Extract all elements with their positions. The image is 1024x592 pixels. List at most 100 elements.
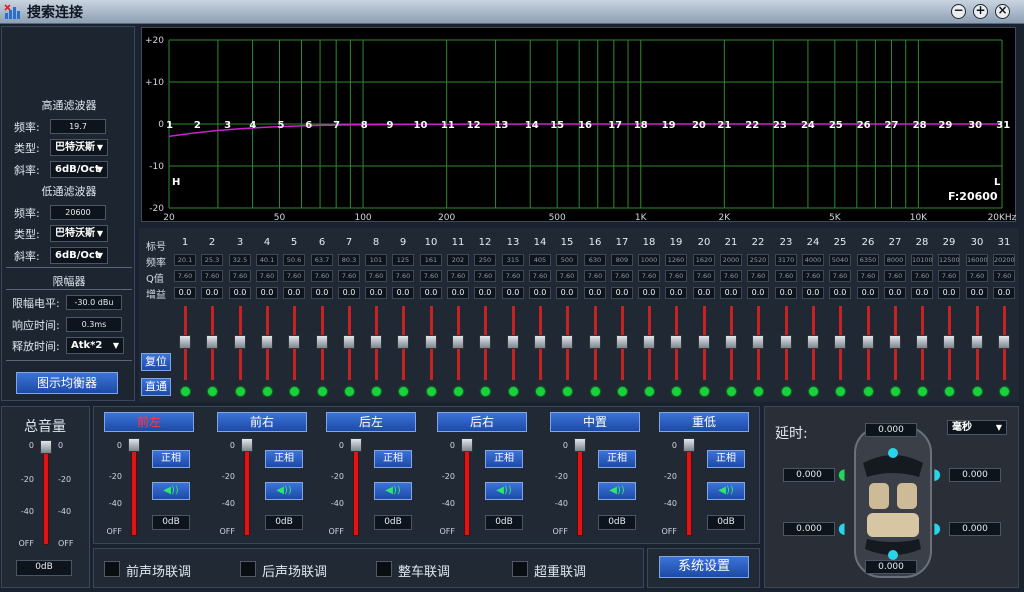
- band-gain-slider-knob[interactable]: [288, 335, 300, 349]
- channel-name-button[interactable]: 后左: [326, 412, 416, 432]
- phase-button[interactable]: 正相: [707, 450, 745, 468]
- band-gain-input[interactable]: 0.0: [720, 287, 742, 299]
- channel-volume-knob[interactable]: [683, 438, 695, 452]
- band-gain-input[interactable]: 0.0: [474, 287, 496, 299]
- band-gain-slider-knob[interactable]: [589, 335, 601, 349]
- band-q-input[interactable]: 7.60: [420, 270, 442, 282]
- band-freq-input[interactable]: 12500: [938, 254, 960, 266]
- channel-name-button[interactable]: 后右: [437, 412, 527, 432]
- band-gain-slider-knob[interactable]: [534, 335, 546, 349]
- front-right-speaker-icon[interactable]: ◗: [933, 465, 941, 483]
- band-q-input[interactable]: 7.60: [747, 270, 769, 282]
- speaker-mute-icon[interactable]: ◀)): [707, 482, 745, 500]
- band-q-input[interactable]: 7.60: [229, 270, 251, 282]
- channel-volume-knob[interactable]: [241, 438, 253, 452]
- band-gain-slider-knob[interactable]: [397, 335, 409, 349]
- band-q-input[interactable]: 7.60: [829, 270, 851, 282]
- lp-slope-select[interactable]: 6dB/Oct ▼: [50, 247, 108, 264]
- band-q-input[interactable]: 7.60: [447, 270, 469, 282]
- band-q-input[interactable]: 7.60: [283, 270, 305, 282]
- band-gain-input[interactable]: 0.0: [201, 287, 223, 299]
- band-gain-slider-knob[interactable]: [425, 335, 437, 349]
- band-freq-input[interactable]: 4000: [802, 254, 824, 266]
- band-freq-input[interactable]: 101: [365, 254, 387, 266]
- channel-name-button[interactable]: 重低: [659, 412, 749, 432]
- band-q-input[interactable]: 7.60: [857, 270, 879, 282]
- speaker-mute-icon[interactable]: ◀)): [485, 482, 523, 500]
- channel-volume-track[interactable]: [244, 446, 250, 536]
- channel-name-button[interactable]: 前右: [217, 412, 307, 432]
- speaker-mute-icon[interactable]: ◀)): [265, 482, 303, 500]
- minimize-icon[interactable]: −: [951, 4, 966, 19]
- band-gain-slider-knob[interactable]: [343, 335, 355, 349]
- band-gain-slider-knob[interactable]: [862, 335, 874, 349]
- band-freq-input[interactable]: 63.7: [311, 254, 333, 266]
- speaker-mute-icon[interactable]: ◀)): [152, 482, 190, 500]
- speaker-mute-icon[interactable]: ◀)): [374, 482, 412, 500]
- band-gain-input[interactable]: 0.0: [747, 287, 769, 299]
- band-enable-indicator[interactable]: [809, 387, 818, 396]
- band-q-input[interactable]: 7.60: [392, 270, 414, 282]
- band-gain-slider-knob[interactable]: [507, 335, 519, 349]
- band-gain-slider-knob[interactable]: [452, 335, 464, 349]
- channel-volume-knob[interactable]: [350, 438, 362, 452]
- band-q-input[interactable]: 7.60: [993, 270, 1015, 282]
- band-gain-slider-knob[interactable]: [698, 335, 710, 349]
- rear-left-speaker-icon[interactable]: ◖: [838, 519, 846, 537]
- band-freq-input[interactable]: 32.5: [229, 254, 251, 266]
- band-gain-input[interactable]: 0.0: [529, 287, 551, 299]
- band-q-input[interactable]: 7.60: [802, 270, 824, 282]
- band-q-input[interactable]: 7.60: [201, 270, 223, 282]
- band-gain-input[interactable]: 0.0: [584, 287, 606, 299]
- band-q-input[interactable]: 7.60: [938, 270, 960, 282]
- channel-volume-track[interactable]: [686, 446, 692, 536]
- band-gain-input[interactable]: 0.0: [338, 287, 360, 299]
- reset-button[interactable]: 复位: [141, 353, 171, 371]
- band-freq-input[interactable]: 6350: [857, 254, 879, 266]
- band-gain-input[interactable]: 0.0: [447, 287, 469, 299]
- channel-volume-track[interactable]: [131, 446, 137, 536]
- band-enable-indicator[interactable]: [263, 387, 272, 396]
- band-gain-input[interactable]: 0.0: [420, 287, 442, 299]
- band-q-input[interactable]: 7.60: [311, 270, 333, 282]
- band-gain-input[interactable]: 0.0: [556, 287, 578, 299]
- band-enable-indicator[interactable]: [700, 387, 709, 396]
- band-freq-input[interactable]: 315: [502, 254, 524, 266]
- sub-link-checkbox[interactable]: [512, 561, 528, 577]
- band-enable-indicator[interactable]: [208, 387, 217, 396]
- band-enable-indicator[interactable]: [918, 387, 927, 396]
- band-gain-slider-knob[interactable]: [261, 335, 273, 349]
- band-enable-indicator[interactable]: [672, 387, 681, 396]
- channel-volume-knob[interactable]: [461, 438, 473, 452]
- car-link-checkbox[interactable]: [376, 561, 392, 577]
- band-gain-slider-knob[interactable]: [834, 335, 846, 349]
- band-enable-indicator[interactable]: [973, 387, 982, 396]
- band-freq-input[interactable]: 20200: [993, 254, 1015, 266]
- band-freq-input[interactable]: 5040: [829, 254, 851, 266]
- band-enable-indicator[interactable]: [563, 387, 572, 396]
- band-gain-slider-knob[interactable]: [998, 335, 1010, 349]
- band-q-input[interactable]: 7.60: [966, 270, 988, 282]
- rear-link-checkbox[interactable]: [240, 561, 256, 577]
- master-volume-track[interactable]: [43, 447, 49, 545]
- front-link-checkbox[interactable]: [104, 561, 120, 577]
- band-enable-indicator[interactable]: [1000, 387, 1009, 396]
- band-freq-input[interactable]: 2520: [747, 254, 769, 266]
- phase-button[interactable]: 正相: [485, 450, 523, 468]
- band-gain-input[interactable]: 0.0: [993, 287, 1015, 299]
- band-enable-indicator[interactable]: [536, 387, 545, 396]
- band-freq-input[interactable]: 630: [584, 254, 606, 266]
- band-enable-indicator[interactable]: [318, 387, 327, 396]
- delay-front-right-value[interactable]: 0.000: [949, 468, 1001, 482]
- band-gain-slider-knob[interactable]: [561, 335, 573, 349]
- graphic-eq-button[interactable]: 图示均衡器: [16, 372, 118, 394]
- band-enable-indicator[interactable]: [618, 387, 627, 396]
- band-gain-input[interactable]: 0.0: [829, 287, 851, 299]
- band-freq-input[interactable]: 50.6: [283, 254, 305, 266]
- band-enable-indicator[interactable]: [591, 387, 600, 396]
- phase-button[interactable]: 正相: [374, 450, 412, 468]
- attack-input[interactable]: 0.3ms: [66, 317, 122, 332]
- band-enable-indicator[interactable]: [454, 387, 463, 396]
- band-enable-indicator[interactable]: [509, 387, 518, 396]
- band-q-input[interactable]: 7.60: [720, 270, 742, 282]
